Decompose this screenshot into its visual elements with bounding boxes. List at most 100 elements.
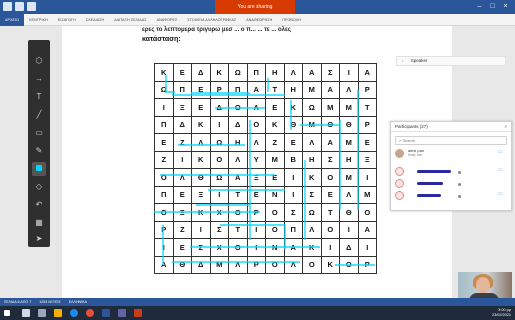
grid-cell[interactable]: Α (302, 63, 322, 82)
participant-row[interactable]: ▭ (395, 190, 507, 202)
grid-cell[interactable]: Π (154, 115, 174, 134)
grid-cell[interactable]: Ι (246, 220, 266, 239)
lasso-icon[interactable]: ⬡ (32, 54, 46, 68)
close-icon[interactable]: × (501, 2, 510, 11)
grid-cell[interactable]: Ρ (357, 115, 377, 134)
grid-cell[interactable]: Α (228, 168, 248, 187)
grid-cell[interactable]: Π (154, 185, 174, 204)
ribbon-tab[interactable]: ΕΙΣΑΓΩΓΗ (53, 14, 81, 26)
grid-cell[interactable]: Ι (209, 115, 229, 134)
file-explorer-icon[interactable] (54, 309, 62, 317)
grid-cell[interactable]: Θ (339, 115, 359, 134)
grid-cell[interactable]: Λ (228, 255, 248, 274)
grid-cell[interactable]: Ζ (154, 150, 174, 169)
sharing-banner[interactable]: You are sharing (215, 0, 295, 14)
undo-icon[interactable]: ↶ (32, 198, 46, 212)
grid-cell[interactable]: Ι (172, 150, 192, 169)
participant-row[interactable]: ▭ (395, 166, 507, 178)
grid-cell[interactable]: Λ (228, 150, 248, 169)
camera-icon[interactable]: ▭ (498, 149, 503, 155)
grid-cell[interactable]: Ρ (357, 80, 377, 99)
grid-cell[interactable]: Ν (265, 238, 285, 257)
chevron-right-icon[interactable]: › (402, 58, 404, 63)
grid-cell[interactable]: Β (283, 150, 303, 169)
grid-cell[interactable]: Ο (265, 203, 285, 222)
grid-cell[interactable]: Θ (172, 255, 192, 274)
grid-cell[interactable]: Ρ (357, 255, 377, 274)
minimize-icon[interactable]: – (475, 2, 484, 11)
grid-cell[interactable]: Ε (265, 98, 285, 117)
grid-cell[interactable]: Η (302, 150, 322, 169)
grid-cell[interactable]: Μ (265, 150, 285, 169)
grid-cell[interactable]: Λ (172, 168, 192, 187)
grid-cell[interactable]: Ε (191, 98, 211, 117)
grid-cell[interactable]: Τ (357, 98, 377, 117)
grid-cell[interactable]: Ο (302, 255, 322, 274)
camera-icon[interactable]: ▭ (498, 167, 503, 173)
grid-cell[interactable]: Ι (209, 185, 229, 204)
grid-cell[interactable]: Ω (209, 168, 229, 187)
color-swatch-icon[interactable] (32, 162, 46, 176)
grid-cell[interactable]: Ι (283, 168, 303, 187)
grid-cell[interactable]: Κ (302, 168, 322, 187)
grid-cell[interactable]: Τ (320, 203, 340, 222)
grid-cell[interactable]: Ω (302, 203, 322, 222)
grid-cell[interactable]: Ε (246, 185, 266, 204)
grid-cell[interactable]: Ι (154, 238, 174, 257)
ribbon-tab[interactable]: ΑΡΧΕΙΟ (0, 13, 24, 26)
grid-cell[interactable]: Ε (320, 185, 340, 204)
participants-search[interactable]: ⌕ (395, 136, 507, 145)
participant-row[interactable] (395, 178, 507, 190)
grid-cell[interactable]: Θ (320, 115, 340, 134)
grid-cell[interactable]: Α (357, 63, 377, 82)
speaker-tile[interactable]: › Speaker (396, 56, 506, 66)
grid-cell[interactable]: Ο (320, 220, 340, 239)
grid-cell[interactable]: Λ (283, 255, 303, 274)
grid-cell[interactable]: Δ (191, 63, 211, 82)
system-tray[interactable]: 3:00 μμ 23/02/2021 (492, 308, 511, 318)
grid-cell[interactable]: Δ (228, 115, 248, 134)
grid-cell[interactable]: Ζ (172, 220, 192, 239)
grid-cell[interactable]: Λ (339, 185, 359, 204)
grid-cell[interactable]: Μ (302, 115, 322, 134)
grid-cell[interactable]: Ρ (154, 220, 174, 239)
grid-cell[interactable]: Ε (154, 133, 174, 152)
grid-cell[interactable]: Κ (191, 150, 211, 169)
grid-cell[interactable]: Μ (357, 185, 377, 204)
grid-cell[interactable]: Ι (154, 98, 174, 117)
grid-cell[interactable]: Ι (357, 168, 377, 187)
edge-icon[interactable] (70, 309, 78, 317)
grid-cell[interactable]: Κ (209, 63, 229, 82)
ribbon-tab[interactable]: ΚΕΝΤΡΙΚΗ (24, 14, 53, 26)
mic-icon[interactable] (458, 195, 461, 198)
grid-cell[interactable]: Ω (154, 80, 174, 99)
ribbon-tab[interactable]: ΑΝΑΦΟΡΕΣ (152, 14, 183, 26)
grid-cell[interactable]: Μ (209, 255, 229, 274)
grid-cell[interactable]: Ω (209, 133, 229, 152)
grid-cell[interactable]: Τ (228, 220, 248, 239)
grid-cell[interactable]: Θ (283, 115, 303, 134)
grid-cell[interactable]: Ρ (246, 255, 266, 274)
grid-cell[interactable]: Ο (357, 203, 377, 222)
grid-cell[interactable]: Ξ (172, 98, 192, 117)
ribbon-tab[interactable]: ΣΧΕΔΙΑΣΗ (81, 14, 109, 26)
grid-cell[interactable]: Ο (265, 255, 285, 274)
grid-cell[interactable]: Χ (209, 203, 229, 222)
grid-cell[interactable]: Ο (228, 98, 248, 117)
grid-cell[interactable]: Ω (228, 63, 248, 82)
teams-icon[interactable] (118, 309, 126, 317)
grid-cell[interactable]: Ξ (246, 168, 266, 187)
grid-cell[interactable]: Α (154, 255, 174, 274)
close-icon[interactable]: × (504, 122, 507, 132)
grid-cell[interactable]: Δ (172, 115, 192, 134)
grid-cell[interactable]: Ο (246, 115, 266, 134)
arrow-icon[interactable]: → (32, 72, 46, 86)
grid-cell[interactable]: Α (320, 80, 340, 99)
grid-cell[interactable]: Μ (320, 98, 340, 117)
grid-cell[interactable]: Ξ (357, 150, 377, 169)
grid-cell[interactable]: Ο (228, 203, 248, 222)
grid-cell[interactable]: Λ (302, 133, 322, 152)
grid-cell[interactable]: Μ (339, 98, 359, 117)
grid-cell[interactable]: Ξ (172, 203, 192, 222)
grid-cell[interactable]: Ε (265, 168, 285, 187)
